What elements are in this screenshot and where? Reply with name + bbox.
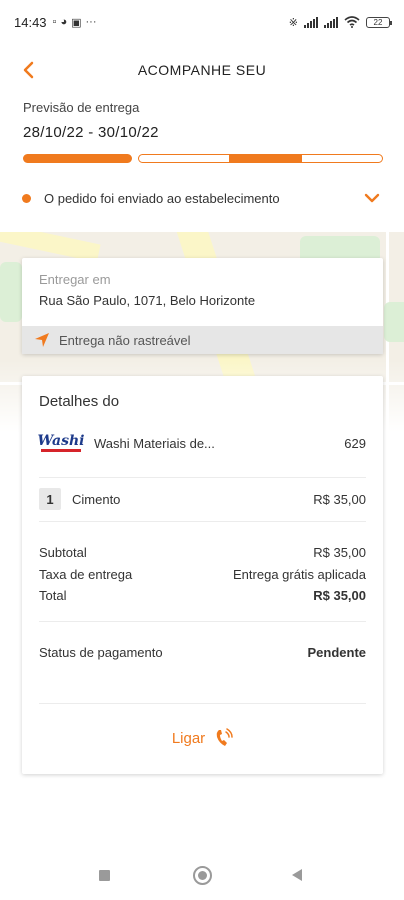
store-logo-stripe — [41, 449, 81, 452]
forecast-dates: 28/10/22 - 30/10/22 — [23, 124, 159, 141]
store-code: 629 — [344, 435, 366, 451]
header: ACOMPANHE SEU — [0, 50, 404, 90]
subtotal-value: R$ 35,00 — [313, 544, 366, 560]
progress-segment-complete — [23, 154, 132, 163]
item-name: Cimento — [72, 491, 121, 507]
delivery-address-card: Entregar em Rua São Paulo, 1071, Belo Ho… — [22, 258, 383, 354]
expand-status-button[interactable] — [362, 188, 382, 208]
tracking-status-text: Entrega não rastreável — [59, 332, 191, 348]
progress-segment-in-transit — [138, 154, 383, 163]
total-value: R$ 35,00 — [313, 587, 366, 603]
back-arrow-icon — [23, 61, 34, 79]
item-quantity-badge: 1 — [39, 488, 61, 510]
subtotal-label: Subtotal — [39, 544, 87, 560]
store-name: Washi Materiais de... — [94, 435, 215, 451]
call-button[interactable]: Ligar — [22, 721, 383, 755]
chevron-down-icon — [364, 193, 380, 203]
total-row: Total R$ 35,00 — [39, 585, 366, 605]
battery-icon: 22 — [366, 16, 392, 28]
details-title: Detalhes do — [39, 393, 120, 410]
trash-icon: ▣ — [71, 16, 82, 29]
recent-apps-button[interactable] — [99, 870, 110, 881]
page-title: ACOMPANHE SEU — [137, 62, 267, 78]
home-button[interactable] — [193, 866, 212, 885]
subtotal-row: Subtotal R$ 35,00 — [39, 542, 366, 562]
notification-icons: ▫ ◕ ▣ ··· — [53, 16, 97, 29]
delivery-fee-value: Entrega grátis aplicada — [233, 566, 366, 582]
divider — [39, 703, 366, 704]
status-time: 14:43 — [14, 14, 47, 30]
status-bar: 14:43 ▫ ◕ ▣ ··· ※ 22 — [0, 0, 404, 44]
payment-status-label: Status de pagamento — [39, 644, 163, 660]
divider — [39, 521, 366, 522]
order-details-card: Detalhes do Washi Washi Materiais de... … — [22, 376, 383, 774]
sync-icon: ◕ — [60, 16, 68, 28]
payment-status-row: Status de pagamento Pendente — [39, 642, 366, 662]
deliver-to-label: Entregar em — [39, 272, 111, 287]
total-label: Total — [39, 587, 67, 603]
divider — [39, 621, 366, 622]
call-button-label: Ligar — [171, 729, 206, 747]
system-navigation-bar — [0, 856, 404, 896]
message-icon: ▫ — [52, 16, 57, 28]
order-status-row[interactable]: O pedido foi enviado ao estabelecimento — [0, 183, 404, 213]
map-park — [384, 302, 404, 342]
delivery-address: Rua São Paulo, 1071, Belo Horizonte — [39, 293, 256, 308]
bluetooth-icon: ※ — [288, 16, 298, 29]
back-button[interactable] — [14, 56, 42, 84]
payment-status-value: Pendente — [307, 644, 366, 660]
delivery-progress-bar — [23, 154, 383, 164]
order-status-text: O pedido foi enviado ao estabelecimento — [44, 190, 280, 206]
more-notifications-icon: ··· — [85, 16, 97, 28]
store-row: Washi Washi Materiais de... 629 — [37, 430, 366, 456]
store-logo-text: Washi — [37, 433, 85, 449]
system-back-button[interactable] — [292, 869, 302, 881]
store-logo: Washi — [37, 432, 85, 454]
delivery-fee-row: Taxa de entrega Entrega grátis aplicada — [39, 564, 366, 584]
status-dot-icon — [22, 193, 31, 203]
tracking-status-bar: Entrega não rastreável — [22, 326, 383, 354]
phone-call-icon — [216, 728, 233, 746]
wifi-icon — [344, 16, 360, 28]
map-park — [0, 262, 22, 322]
signal-icon — [304, 16, 318, 28]
divider — [39, 477, 366, 478]
signal-icon-2 — [324, 16, 338, 28]
order-item-row: 1 Cimento R$ 35,00 — [39, 488, 366, 510]
forecast-label: Previsão de entrega — [23, 100, 140, 115]
delivery-fee-label: Taxa de entrega — [39, 566, 133, 582]
navigation-arrow-icon — [32, 330, 52, 350]
item-price: R$ 35,00 — [313, 491, 366, 507]
